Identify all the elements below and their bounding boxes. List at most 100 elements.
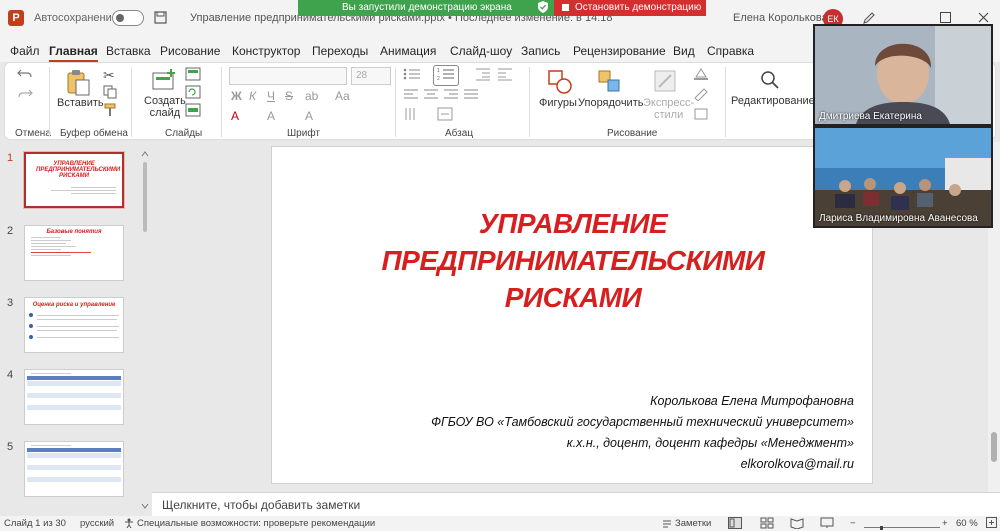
slide-title[interactable]: УПРАВЛЕНИЕ ПРЕДПРИНИМАТЕЛЬСКИМИ РИСКАМИ bbox=[272, 205, 874, 316]
slide-author-email[interactable]: elkorolkova@mail.ru bbox=[741, 457, 854, 471]
autosave-toggle[interactable] bbox=[112, 10, 144, 26]
paste-button[interactable]: Вставить bbox=[57, 97, 104, 109]
slide-counter: Слайд 1 из 30 bbox=[4, 518, 66, 529]
slide-organization[interactable]: ФГБОУ ВО «Тамбовский государственный тех… bbox=[431, 415, 854, 429]
cut-icon[interactable]: ✂ bbox=[103, 67, 115, 84]
tab-draw[interactable]: Рисование bbox=[160, 44, 220, 58]
increase-indent-icon[interactable] bbox=[497, 67, 513, 84]
tab-help[interactable]: Справка bbox=[707, 44, 754, 58]
redo-icon[interactable] bbox=[17, 87, 33, 104]
tab-review[interactable]: Рецензирование bbox=[573, 44, 666, 58]
current-slide[interactable]: УПРАВЛЕНИЕ ПРЕДПРИНИМАТЕЛЬСКИМИ РИСКАМИ … bbox=[271, 146, 873, 484]
ribbon-divider bbox=[725, 67, 726, 137]
slide-author-name[interactable]: Королькова Елена Митрофановна bbox=[650, 394, 854, 408]
editing-button[interactable]: Редактирование bbox=[731, 95, 815, 107]
font-color-icon[interactable]: A bbox=[231, 109, 239, 123]
arrange-icon[interactable] bbox=[597, 69, 621, 93]
clear-formatting-icon[interactable]: A bbox=[305, 109, 313, 123]
zoom-level[interactable]: 60 % bbox=[956, 518, 978, 529]
paste-icon[interactable] bbox=[65, 69, 90, 96]
shapes-button[interactable]: Фигуры bbox=[539, 97, 577, 109]
save-icon[interactable] bbox=[154, 11, 167, 27]
slide-thumbnail-pane: 1 УПРАВЛЕНИЕ ПРЕДПРИНИМАТЕЛЬСКИМИ РИСКАМ… bbox=[0, 142, 152, 515]
underline-icon[interactable]: Ч bbox=[267, 89, 275, 103]
undo-icon[interactable] bbox=[17, 67, 33, 84]
align-text-icon[interactable] bbox=[437, 107, 453, 124]
slide-thumbnail-1[interactable]: УПРАВЛЕНИЕ ПРЕДПРИНИМАТЕЛЬСКИМИ РИСКАМИ bbox=[24, 152, 124, 208]
tab-record[interactable]: Запись bbox=[521, 44, 560, 58]
scrollbar-thumb[interactable] bbox=[991, 432, 997, 462]
notes-placeholder: Щелкните, чтобы добавить заметки bbox=[162, 498, 361, 512]
accessibility-status[interactable]: Специальные возможности: проверьте реком… bbox=[137, 518, 375, 529]
slide-thumbnail-5[interactable] bbox=[24, 441, 124, 497]
reading-view-icon[interactable] bbox=[790, 517, 804, 531]
shapes-icon[interactable] bbox=[547, 69, 572, 94]
arrange-button[interactable]: Упорядочить bbox=[578, 97, 643, 109]
find-icon[interactable] bbox=[759, 69, 783, 93]
justify-icon[interactable] bbox=[463, 87, 479, 103]
zoom-in-button[interactable]: + bbox=[942, 518, 948, 529]
fit-to-window-icon[interactable] bbox=[986, 517, 997, 531]
quick-styles-icon[interactable] bbox=[653, 69, 677, 93]
tab-home[interactable]: Главная bbox=[49, 44, 98, 63]
numbering-icon[interactable]: 12 bbox=[433, 65, 459, 86]
zoom-slider[interactable] bbox=[864, 522, 940, 531]
align-right-icon[interactable] bbox=[443, 87, 459, 103]
screen-share-banner: Вы запустили демонстрацию экрана Останов… bbox=[298, 0, 706, 16]
video-tile-participant-1[interactable]: Дмитриева Екатерина bbox=[813, 24, 993, 126]
section-icon[interactable] bbox=[185, 103, 201, 120]
thumbnail-scrollbar[interactable] bbox=[140, 150, 150, 510]
shape-effects-icon[interactable] bbox=[693, 107, 709, 124]
shape-outline-icon[interactable] bbox=[693, 87, 709, 104]
notes-pane[interactable]: Щелкните, чтобы добавить заметки bbox=[152, 492, 1000, 516]
tab-transitions[interactable]: Переходы bbox=[312, 44, 368, 58]
copy-icon[interactable] bbox=[103, 85, 117, 102]
format-painter-icon[interactable] bbox=[103, 103, 117, 120]
new-slide-icon[interactable] bbox=[151, 69, 175, 93]
slide-sorter-icon[interactable] bbox=[760, 517, 774, 531]
stop-sharing-button[interactable]: Остановить демонстрацию bbox=[554, 0, 706, 16]
notes-toggle-button[interactable]: Заметки bbox=[675, 518, 711, 529]
strikethrough-icon[interactable]: S bbox=[285, 89, 293, 103]
highlight-icon[interactable]: A bbox=[267, 109, 275, 123]
tab-slideshow[interactable]: Слайд-шоу bbox=[450, 44, 512, 58]
slide-author-position[interactable]: к.х.н., доцент, доцент кафедры «Менеджме… bbox=[567, 436, 854, 450]
video-tile-participant-2[interactable]: Лариса Владимировна Аванесова bbox=[813, 126, 993, 228]
character-spacing-icon[interactable]: ab bbox=[305, 89, 318, 103]
slide-thumbnail-3[interactable]: Оценка риска и управление bbox=[24, 297, 124, 353]
accessibility-icon[interactable] bbox=[124, 518, 134, 531]
shape-fill-icon[interactable] bbox=[693, 67, 709, 84]
language-indicator[interactable]: русский bbox=[80, 518, 114, 529]
bullets-icon[interactable] bbox=[403, 67, 421, 84]
zoom-out-button[interactable]: − bbox=[850, 518, 856, 529]
slide-thumbnail-2[interactable]: Базовые понятия bbox=[24, 225, 124, 281]
slideshow-view-icon[interactable] bbox=[820, 517, 834, 531]
tab-design[interactable]: Конструктор bbox=[232, 44, 300, 58]
new-slide-button[interactable]: Создать слайд bbox=[144, 95, 186, 119]
align-center-icon[interactable] bbox=[423, 87, 439, 103]
text-direction-icon[interactable] bbox=[403, 107, 419, 124]
font-size-select[interactable]: 28 bbox=[351, 67, 391, 85]
decrease-indent-icon[interactable] bbox=[475, 67, 491, 84]
reset-icon[interactable] bbox=[185, 85, 201, 102]
thumbnail-title: Базовые понятия bbox=[46, 229, 102, 235]
notes-toggle-icon[interactable] bbox=[662, 518, 672, 531]
ribbon-divider bbox=[529, 67, 530, 137]
font-family-select[interactable] bbox=[229, 67, 347, 85]
bold-icon[interactable]: Ж bbox=[231, 89, 242, 103]
align-left-icon[interactable] bbox=[403, 87, 419, 103]
status-bar: Слайд 1 из 30 русский Специальные возмож… bbox=[0, 516, 1000, 531]
normal-view-icon[interactable] bbox=[728, 517, 742, 531]
tab-file[interactable]: Файл bbox=[10, 44, 40, 58]
tab-animations[interactable]: Анимация bbox=[380, 44, 436, 58]
tab-insert[interactable]: Вставка bbox=[106, 44, 151, 58]
layout-icon[interactable] bbox=[185, 67, 201, 84]
italic-icon[interactable]: К bbox=[249, 89, 256, 103]
tab-view[interactable]: Вид bbox=[673, 44, 695, 58]
group-label-clipboard: Буфер обмена bbox=[60, 128, 128, 139]
screen-share-status-text: Вы запустили демонстрацию экрана bbox=[342, 2, 512, 13]
slide-thumbnail-4[interactable] bbox=[24, 369, 124, 425]
change-case-icon[interactable]: Aa bbox=[335, 89, 350, 103]
user-name: Елена Королькова bbox=[733, 12, 828, 24]
quick-styles-button[interactable]: Экспресс- стили bbox=[643, 97, 694, 121]
